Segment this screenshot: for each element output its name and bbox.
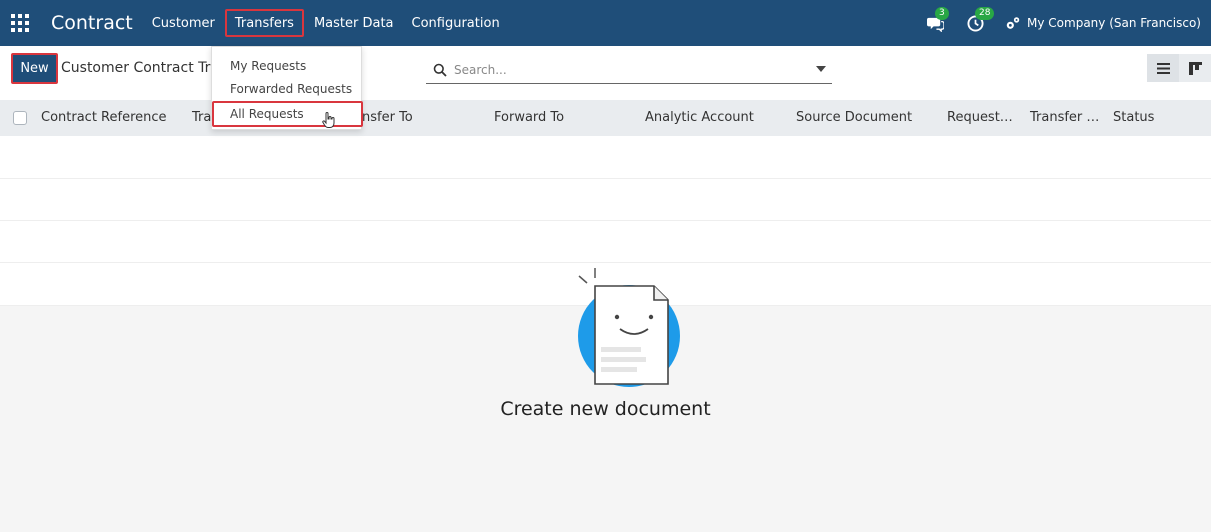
menu-item-my-requests[interactable]: My Requests [212,55,363,77]
apps-grid-icon[interactable] [0,0,40,46]
control-panel: New Customer Contract Transfer [0,46,1211,100]
menu-item-forwarded-requests[interactable]: Forwarded Requests [212,78,363,100]
transfers-dropdown-menu: My Requests Forwarded Requests All Reque… [211,46,363,130]
menu-configuration[interactable]: Configuration [404,9,508,37]
row-divider [0,220,1211,221]
search-bar [426,56,832,84]
smiling-document-icon [578,268,680,387]
select-all-checkbox[interactable] [13,111,27,125]
empty-state: Create new document [0,268,1211,532]
column-analytic-account[interactable]: Analytic Account [645,110,754,125]
search-icon [433,63,447,77]
list-view-icon [1156,62,1170,74]
row-divider [0,262,1211,263]
activities-clock-icon[interactable]: 28 [963,7,995,35]
kanban-view-icon [1188,61,1202,75]
empty-state-title: Create new document [500,398,711,420]
company-switch-icon[interactable] [1005,11,1021,35]
activities-badge: 28 [975,7,995,20]
view-switcher [1147,54,1211,82]
menu-customer[interactable]: Customer [144,9,223,37]
column-request[interactable]: Request… [947,110,1013,125]
column-status[interactable]: Status [1113,110,1154,125]
menu-item-all-requests[interactable]: All Requests [212,101,363,127]
search-input[interactable] [454,62,794,77]
messages-icon[interactable]: 3 [923,7,949,35]
new-button[interactable]: New [11,53,58,84]
column-transfer-from[interactable]: Tra [192,110,211,125]
kanban-view-button[interactable] [1179,54,1211,82]
app-title[interactable]: Contract [51,12,133,34]
column-contract-reference[interactable]: Contract Reference [41,110,167,125]
column-source-document[interactable]: Source Document [796,110,912,125]
navbar-systray: 3 28 My Company (San Francisco) [907,0,1201,46]
column-transfer-to[interactable]: nsfer To [362,110,413,125]
top-navbar: Contract Customer Transfers Master Data … [0,0,1211,46]
row-divider [0,178,1211,179]
menu-transfers[interactable]: Transfers [224,9,304,37]
breadcrumb: Customer Contract Transfer [61,60,211,76]
search-options-caret-icon[interactable] [816,66,826,72]
messages-badge: 3 [935,7,949,20]
menu-master-data[interactable]: Master Data [306,9,402,37]
column-transfer[interactable]: Transfer … [1030,110,1099,125]
list-view-button[interactable] [1147,54,1179,82]
company-name[interactable]: My Company (San Francisco) [1027,16,1201,30]
column-forward-to[interactable]: Forward To [494,110,564,125]
list-header: Contract Reference Tra nsfer To Forward … [0,100,1211,136]
hand-cursor-icon [322,112,335,128]
